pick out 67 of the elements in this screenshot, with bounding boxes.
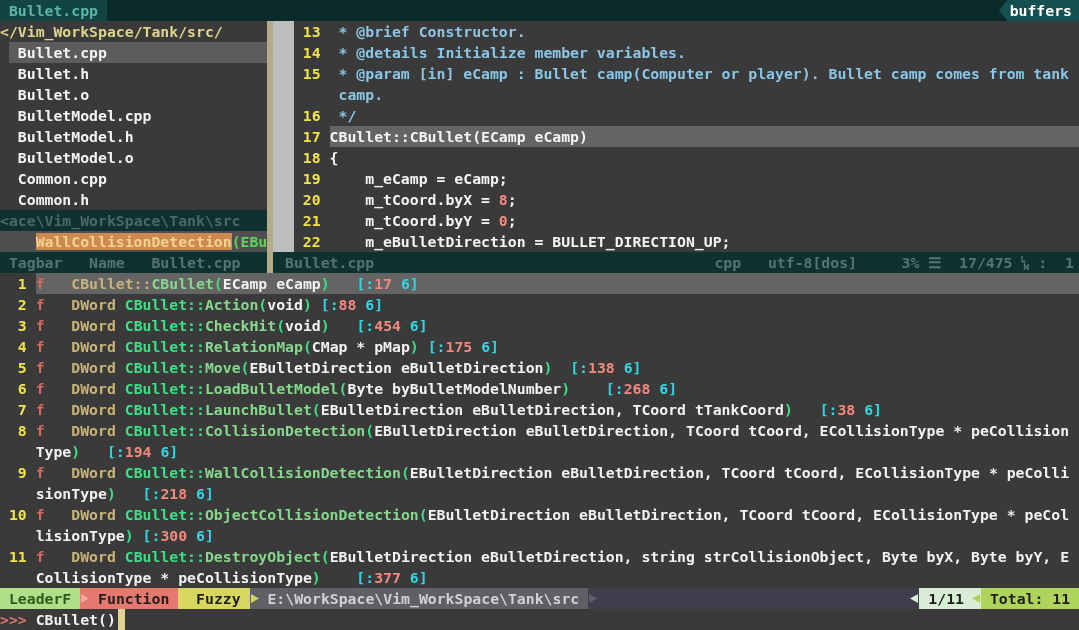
search-input[interactable]: CBullet() <box>35 609 125 630</box>
line-number-icon <box>1021 255 1030 270</box>
result-item[interactable]: 3 f DWord CBullet::CheckHit(void) [:454 6] <box>0 315 1079 336</box>
line-number: 17 <box>301 127 321 147</box>
code-line: * @brief Constructor. <box>337 23 526 40</box>
column-separator: : <box>1038 253 1048 273</box>
file-item[interactable]: Bullet.h <box>8 63 268 84</box>
sort-label: Name <box>89 253 125 273</box>
code-line: CBullet::CBullet(ECamp eCamp) <box>329 128 588 145</box>
result-item[interactable]: 9 f DWord CBullet::WallCollisionDetection(EBulletDirection eBulletDirection, TCoord tCoord, ECollisionType * peColli sionType) [:218 6] <box>0 462 1079 504</box>
line-number: 13 <box>301 22 321 42</box>
result-item[interactable]: 4 f DWord CBullet::RelationMap(CMap * pMap) [:175 6] <box>0 336 1079 357</box>
result-count: 1/11 <box>928 589 964 609</box>
triangle-icon <box>972 594 980 603</box>
result-item[interactable]: 8 f DWord CBullet::CollisionDetection(EBulletDirection eBulletDirection, TCoord tCoord, ECollisionType * peCollision Type) [:194 6] <box>0 420 1079 462</box>
buffers-label: buffers <box>998 0 1079 21</box>
panel-title: Tagbar <box>8 253 63 273</box>
line-number: 20 <box>301 190 321 210</box>
file-item[interactable]: BulletModel.o <box>8 147 268 168</box>
file-item[interactable]: Common.h <box>8 189 268 210</box>
tree-root-path: </Vim_WorkSpace/Tank/src/ <box>0 22 224 42</box>
scroll-percent: 3% <box>901 253 920 273</box>
file-item[interactable]: BulletModel.cpp <box>8 105 268 126</box>
code-line: m_tCoord.byY = 0; <box>364 212 517 229</box>
encoding-label: utf-8[dos] <box>767 253 857 273</box>
text-cursor <box>117 609 125 630</box>
line-number: 22 <box>301 232 321 252</box>
filetype-label: cpp <box>714 253 742 273</box>
line-number: 21 <box>301 211 321 231</box>
code-line: * @details Initialize member variables. <box>337 44 686 61</box>
triangle-icon <box>81 594 90 603</box>
file-item[interactable]: Bullet.cpp <box>8 42 268 63</box>
line-number: 14 <box>301 43 321 63</box>
line-number: 18 <box>301 148 321 168</box>
cursor-position: 17/475 <box>959 253 1013 273</box>
result-item[interactable]: 2 f DWord CBullet::Action(void) [:88 6] <box>0 294 1079 315</box>
code-line: camp. <box>338 86 384 103</box>
mode-label: LeaderF <box>0 588 81 609</box>
path-label: E:\WorkSpace\Vim_WorkSpace\Tank\src <box>267 589 580 609</box>
code-line: m_eCamp = eCamp; <box>364 170 508 187</box>
match-mode-label: Fuzzy <box>178 588 250 609</box>
result-item[interactable]: 6 f DWord CBullet::LoadBulletModel(Byte byBulletModelNumber) [:268 6] <box>0 378 1079 399</box>
code-line: m_tCoord.byX = 8; <box>364 191 517 208</box>
file-tab[interactable]: Bullet.cpp <box>0 0 107 21</box>
line-count-symbol: ☰ <box>928 253 942 273</box>
file-name: Bullet.cpp <box>151 253 241 273</box>
line-number: 15 <box>301 64 321 84</box>
code-line: { <box>329 149 339 166</box>
line-number: 19 <box>301 169 321 189</box>
file-item[interactable]: Common.cpp <box>8 168 268 189</box>
code-line: m_eBulletDirection = BULLET_DIRECTION_UP; <box>364 233 731 250</box>
triangle-icon <box>250 594 259 603</box>
code-line: */ <box>337 107 357 124</box>
total-count: Total: 11 <box>981 588 1079 609</box>
line-number: 16 <box>301 106 321 126</box>
file-name: Bullet.cpp <box>285 253 375 273</box>
column-number: 1 <box>1065 253 1074 273</box>
code-line: * @param [in] eCamp : Bullet camp(Computer or player). Bullet camp comes from tank <box>337 65 1069 82</box>
file-item[interactable]: Bullet.o <box>8 84 268 105</box>
result-item[interactable]: 10 f DWord CBullet::ObjectCollisionDetection(EBulletDirection eBulletDirection, TCoord tCoord, ECollisionType * peCol lisionType) [:300 6] <box>0 504 1079 546</box>
result-item[interactable]: 7 f DWord CBullet::LaunchBullet(EBulletDirection eBulletDirection, TCoord tTankCoord) [:38 6] <box>0 399 1079 420</box>
result-item[interactable]: 5 f DWord CBullet::Move(EBulletDirection eBulletDirection) [:138 6] <box>0 357 1079 378</box>
file-item[interactable]: BulletModel.h <box>8 126 268 147</box>
tree-status-bar: <ace\Vim_WorkSpace\Tank\src <box>0 210 268 231</box>
category-label: Function <box>98 589 170 609</box>
prompt-symbol: >>> <box>0 610 27 630</box>
result-item[interactable]: 11 f DWord CBullet::DestroyObject(EBulletDirection eBulletDirection, string strCollisionObject, Byte byX, Byte byY, E CollisionType * peCollisionType) [:377 6] <box>0 546 1079 588</box>
